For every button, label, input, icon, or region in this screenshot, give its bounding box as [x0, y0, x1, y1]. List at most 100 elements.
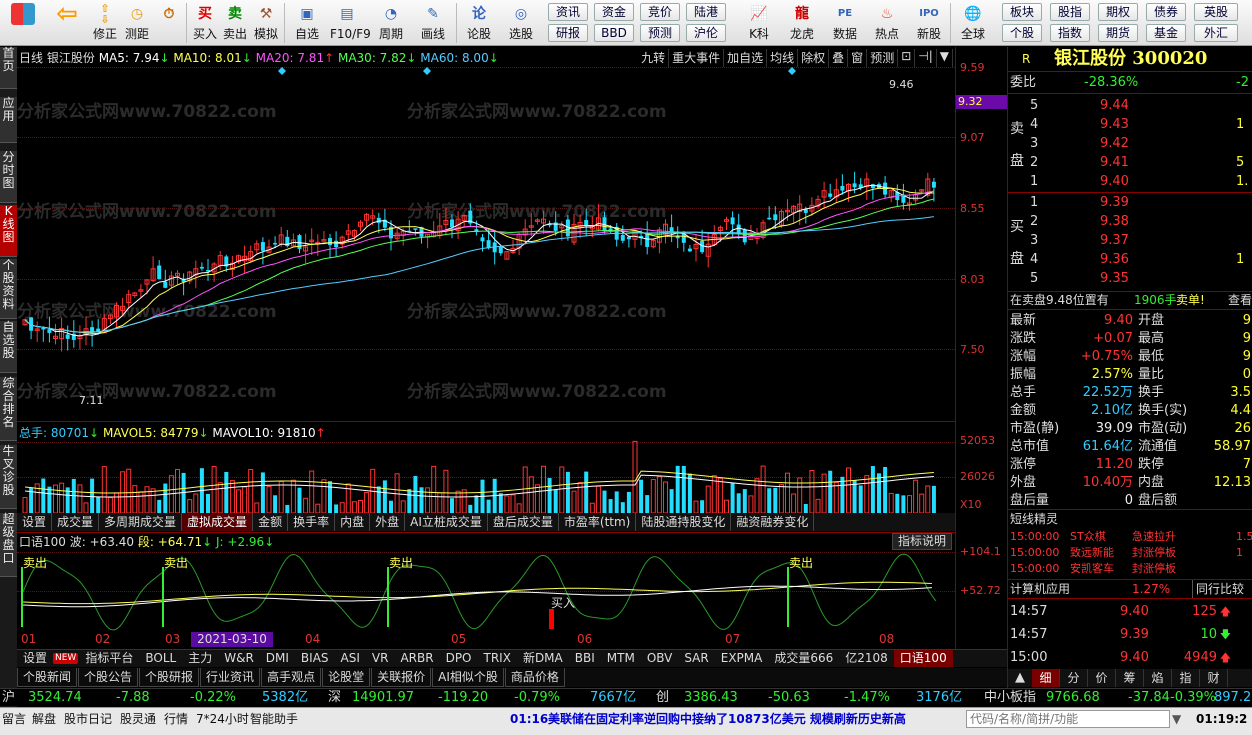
news-tab-related[interactable]: 关联报价 [371, 668, 432, 687]
status-724[interactable]: 7*24小时 [196, 711, 249, 727]
ask-row[interactable]: 4 9.43 1 [1008, 116, 1252, 134]
collapse-icon[interactable]: ▲ [1008, 669, 1032, 687]
bid-row[interactable]: 4 9.36 1 [1008, 251, 1252, 269]
ind-tab-margin[interactable]: 融资融券变化 [731, 513, 815, 531]
status-analysis[interactable]: 解盘 [32, 711, 56, 727]
data-button[interactable]: PE 数据 [828, 2, 862, 44]
quick-sector[interactable]: 板块 [1002, 3, 1042, 21]
lock-icon[interactable]: ⊡ [898, 49, 916, 67]
window-button[interactable]: 窗 [848, 49, 868, 67]
strip-platform[interactable]: 指标平台 [79, 650, 139, 667]
strip-settings[interactable]: 设置 [17, 650, 53, 667]
strip-vol666[interactable]: 成交量666 [768, 650, 839, 667]
measure-button[interactable]: ◷ 测距 [120, 2, 154, 44]
search-input[interactable] [966, 710, 1170, 728]
ind-tab-virtual-volume[interactable]: 虚拟成交量 [182, 513, 254, 531]
strip-asi[interactable]: ASI [335, 650, 366, 667]
sidebar-tab-rank[interactable]: 综合排名 [0, 377, 17, 441]
ind-tab-outer[interactable]: 外盘 [370, 513, 406, 531]
overlay-button[interactable]: 叠 [829, 49, 849, 67]
ind-tab-amount[interactable]: 金额 [253, 513, 289, 531]
back-button[interactable]: ⇦ [50, 1, 84, 44]
status-diary[interactable]: 股市日记 [64, 711, 112, 727]
ask-row[interactable]: 3 9.42 [1008, 135, 1252, 153]
quote-tab[interactable]: 焰 [1144, 669, 1172, 687]
events-button[interactable]: 重大事件 [669, 49, 725, 67]
strip-vr[interactable]: VR [366, 650, 395, 667]
search-dropdown-icon[interactable]: ▼ [1172, 711, 1181, 727]
sidebar-tab-kline[interactable]: K线图 [0, 205, 17, 257]
strip-main[interactable]: 主力 [182, 650, 218, 667]
nine-turn-button[interactable]: 九转 [638, 49, 670, 67]
sidebar-tab-home[interactable]: 首页 [0, 47, 17, 89]
strip-yi2108[interactable]: 亿2108 [839, 650, 894, 667]
quick-bbd[interactable]: BBD [594, 24, 634, 42]
quick-futures[interactable]: 期货 [1098, 24, 1138, 42]
sidebar-tab-apps[interactable]: 应用 [0, 97, 17, 143]
draw-button[interactable]: ✎ 画线 [416, 2, 450, 44]
bid-row[interactable]: 2 9.38 [1008, 213, 1252, 231]
kdiag-button[interactable]: 📈 K科 [742, 2, 776, 44]
status-lingtong[interactable]: 股灵通 [120, 711, 156, 727]
sidebar-tab-watch[interactable]: 自选股 [0, 321, 17, 373]
strip-bias[interactable]: BIAS [295, 650, 335, 667]
ind-tab-after-hours[interactable]: 盘后成交量 [488, 513, 559, 531]
quick-uk[interactable]: 英股 [1194, 3, 1238, 21]
news-ticker[interactable]: 美联储在固定利率逆回购中接纳了10873亿美元 规模刷新历史新高 [548, 711, 906, 727]
quick-research[interactable]: 研报 [548, 24, 588, 42]
sidebar-tab-diag[interactable]: 牛叉诊股 [0, 445, 17, 509]
strip-mtm[interactable]: MTM [601, 650, 641, 667]
ind-tab-multi-volume[interactable]: 多周期成交量 [99, 513, 183, 531]
ind-tab-settings[interactable]: 设置 [17, 513, 53, 531]
exright-button[interactable]: 除权 [798, 49, 830, 67]
buy-button[interactable]: 买买入 [188, 2, 222, 44]
news-tab-ai-similar[interactable]: AI相似个股 [432, 668, 504, 687]
dragon-button[interactable]: 龍龙虎 [785, 2, 819, 44]
order-link[interactable]: 查看 [1228, 291, 1252, 309]
ask-row[interactable]: 5 9.44 [1008, 97, 1252, 115]
watchlist-button[interactable]: ▣ 自选 [290, 2, 324, 44]
picker-button[interactable]: ◎ 选股 [504, 2, 538, 44]
sz-name[interactable]: 深 [328, 689, 341, 707]
simulate-button[interactable]: ⚒ 模拟 [249, 2, 283, 44]
strip-dpo[interactable]: DPO [440, 650, 478, 667]
sidebar-tab-profile[interactable]: 个股资料 [0, 259, 17, 319]
short-wizard-label[interactable]: 短线精灵 [1010, 510, 1058, 528]
forum-button[interactable]: 论论股 [462, 2, 496, 44]
strip-newdma[interactable]: 新DMA [517, 650, 569, 667]
news-tab-forum[interactable]: 论股堂 [322, 668, 371, 687]
quick-fx[interactable]: 外汇 [1194, 24, 1238, 42]
strip-kouyu100[interactable]: 口语100 [893, 650, 953, 667]
home-button[interactable] [6, 2, 40, 44]
strip-arbr[interactable]: ARBR [394, 650, 439, 667]
hot-button[interactable]: ♨ 热点 [870, 2, 904, 44]
quick-forecast[interactable]: 预测 [640, 24, 680, 42]
global-button[interactable]: 🌐 全球 [956, 2, 990, 44]
quick-index[interactable]: 指数 [1050, 24, 1090, 42]
status-quote[interactable]: 行情 [164, 711, 188, 727]
wizard-row[interactable]: 15:00:00 安凯客车 封涨停板 [1008, 560, 1252, 578]
sidebar-tab-superdisk[interactable]: 超级盘口 [0, 513, 17, 577]
ask-row[interactable]: 1 9.40 1. [1008, 173, 1252, 191]
kline-chart-area[interactable]: 分析家公式网www.70822.com 分析家公式网www.70822.com … [17, 47, 955, 661]
industry-label[interactable]: 计算机应用 [1010, 580, 1070, 598]
quick-stockindex[interactable]: 股指 [1050, 3, 1090, 21]
quote-tab[interactable]: 分 [1060, 669, 1088, 687]
ind-tab-volume[interactable]: 成交量 [52, 513, 100, 531]
quote-tab[interactable]: 细 [1032, 669, 1060, 687]
quote-tab[interactable]: 财 [1200, 669, 1228, 687]
cy-name[interactable]: 创 [656, 689, 669, 707]
ask-row[interactable]: 2 9.41 5 [1008, 154, 1252, 172]
ma-button[interactable]: 均线 [767, 49, 799, 67]
status-assistant[interactable]: 智能助手 [250, 711, 298, 727]
bid-row[interactable]: 5 9.35 [1008, 270, 1252, 288]
period-button[interactable]: ◔ 周期 [374, 2, 408, 44]
correct-button[interactable]: ⇧ ⇩ 修正 [88, 2, 122, 44]
quick-auction[interactable]: 竞价 [640, 3, 680, 21]
ipo-button[interactable]: IPO 新股 [912, 2, 946, 44]
news-tab-commodity[interactable]: 商品价格 [504, 668, 565, 687]
quick-hk[interactable]: 陆港 [686, 3, 726, 21]
quick-news[interactable]: 资讯 [548, 3, 588, 21]
news-tab-announcements[interactable]: 个股公告 [78, 668, 139, 687]
ind-tab-pe[interactable]: 市盈率(ttm) [559, 513, 637, 531]
